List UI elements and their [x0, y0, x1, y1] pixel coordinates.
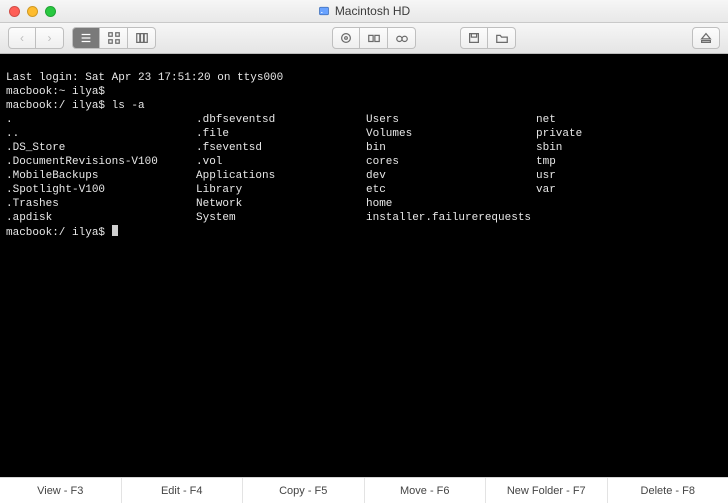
eject-button[interactable] [692, 27, 720, 49]
back-button[interactable]: ‹ [8, 27, 36, 49]
minimize-window-button[interactable] [27, 6, 38, 17]
ls-col3: Users Volumes bin cores dev etc home ins… [366, 113, 536, 225]
ls-output: . .. .DS_Store .DocumentRevisions-V100 .… [6, 113, 722, 225]
action-group-2 [460, 27, 516, 49]
view-grid-button[interactable] [100, 27, 128, 49]
terminal-panel[interactable]: Last login: Sat Apr 23 17:51:20 on ttys0… [0, 54, 728, 477]
view-mode-group [72, 27, 156, 49]
footer-newfolder-button[interactable]: New Folder - F7 [486, 478, 608, 503]
boxes-icon [367, 31, 381, 45]
terminal-prompt-2-host: macbook:/ ilya$ [6, 100, 112, 112]
footer-move-button[interactable]: Move - F6 [365, 478, 487, 503]
action-button-3[interactable] [388, 27, 416, 49]
terminal-command: ls -a [112, 100, 145, 112]
eject-icon [699, 31, 713, 45]
footer-edit-button[interactable]: Edit - F4 [122, 478, 244, 503]
terminal-prompt-1: macbook:~ ilya$ [6, 86, 105, 98]
columns-icon [135, 31, 149, 45]
drive-icon [318, 5, 330, 17]
footer-bar: View - F3 Edit - F4 Copy - F5 Move - F6 … [0, 477, 728, 503]
window-controls [9, 6, 56, 17]
ls-col2: .dbfseventsd .file .fseventsd .vol Appli… [196, 113, 366, 225]
forward-button[interactable]: › [36, 27, 64, 49]
action-button-1[interactable] [332, 27, 360, 49]
view-columns-button[interactable] [128, 27, 156, 49]
folder-icon [495, 31, 509, 45]
action-group-1 [332, 27, 416, 49]
terminal-prompt-3-host: macbook:/ ilya$ [6, 227, 112, 239]
chevron-left-icon: ‹ [20, 31, 24, 45]
list-icon [79, 31, 93, 45]
view-list-button[interactable] [72, 27, 100, 49]
window-title: Macintosh HD [0, 4, 728, 18]
action-button-2[interactable] [360, 27, 388, 49]
chevron-right-icon: › [48, 31, 52, 45]
titlebar: Macintosh HD [0, 0, 728, 23]
close-window-button[interactable] [9, 6, 20, 17]
ls-col1: . .. .DS_Store .DocumentRevisions-V100 .… [6, 113, 196, 225]
circle-dot-icon [339, 31, 353, 45]
folder-button[interactable] [488, 27, 516, 49]
save-icon [467, 31, 481, 45]
save-button[interactable] [460, 27, 488, 49]
ls-col4: net private sbin tmp usr var [536, 113, 636, 225]
window-title-text: Macintosh HD [335, 4, 410, 18]
terminal-last-login: Last login: Sat Apr 23 17:51:20 on ttys0… [6, 72, 283, 84]
zoom-window-button[interactable] [45, 6, 56, 17]
footer-copy-button[interactable]: Copy - F5 [243, 478, 365, 503]
footer-delete-button[interactable]: Delete - F8 [608, 478, 728, 503]
nav-group: ‹ › [8, 27, 64, 49]
footer-view-button[interactable]: View - F3 [0, 478, 122, 503]
terminal-cursor [112, 225, 118, 236]
grid-icon [107, 31, 121, 45]
toolbar: ‹ › [0, 23, 728, 54]
glasses-icon [395, 31, 409, 45]
